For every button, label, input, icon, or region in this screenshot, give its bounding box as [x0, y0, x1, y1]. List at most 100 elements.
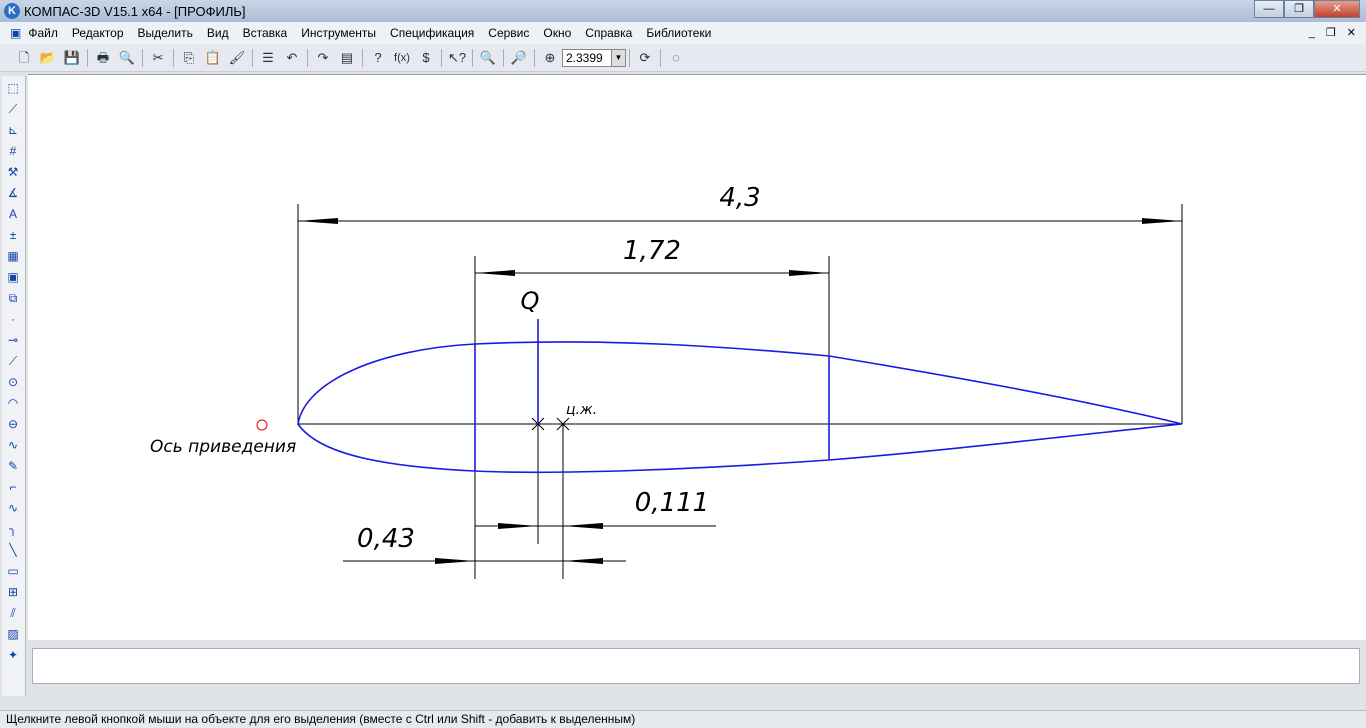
paste-icon[interactable]: 📋: [203, 48, 223, 68]
window-title: КОМПАС-3D V15.1 x64 - [ПРОФИЛЬ]: [24, 3, 246, 19]
zoom-window-icon[interactable]: 🔍: [478, 48, 498, 68]
editing-icon[interactable]: ⚒: [4, 163, 22, 181]
toolbar-separator: [472, 48, 473, 67]
zoom-in-icon[interactable]: ⊕: [540, 48, 560, 68]
toolbar-separator: [660, 48, 661, 67]
app-logo-icon: K: [4, 3, 20, 19]
circle-icon[interactable]: ⊙: [4, 373, 22, 391]
variables-icon[interactable]: ?: [368, 48, 388, 68]
cut-icon[interactable]: ✂: [148, 48, 168, 68]
preview-icon[interactable]: 🔍: [117, 48, 137, 68]
properties-brush-icon[interactable]: 🖌: [227, 48, 247, 68]
drawing-svg: 4,3 1,72 Q ц.ж. 0,111 0,43 Ось приведени…: [150, 183, 1183, 579]
zoom-selection-icon[interactable]: 🔎: [509, 48, 529, 68]
maximize-button[interactable]: ❐: [1284, 0, 1314, 18]
menu-item-0[interactable]: Файл: [28, 26, 58, 40]
disabled-tool-icon[interactable]: ◌: [666, 48, 686, 68]
toolbar-separator: [87, 48, 88, 67]
polyline-icon[interactable]: ✎: [4, 457, 22, 475]
dim-chord-label: 4,3: [719, 183, 760, 213]
toolbar-separator: [173, 48, 174, 67]
segment-icon[interactable]: ⟋: [4, 352, 22, 370]
ellipse-icon[interactable]: ⊖: [4, 415, 22, 433]
spline-icon[interactable]: ∿: [4, 436, 22, 454]
menu-item-8[interactable]: Окно: [543, 26, 571, 40]
force-label: Q: [521, 287, 540, 315]
toolbar-separator: [142, 48, 143, 67]
toolbar-separator: [252, 48, 253, 67]
menu-item-6[interactable]: Спецификация: [390, 26, 474, 40]
hatch-icon[interactable]: ⫽: [4, 604, 22, 622]
menu-item-1[interactable]: Редактор: [72, 26, 124, 40]
units-icon[interactable]: $: [416, 48, 436, 68]
zoom-scale-select[interactable]: 2.3399 ▼: [562, 48, 626, 67]
list-icon[interactable]: ☰: [258, 48, 278, 68]
toolbar-separator: [534, 48, 535, 67]
contour-icon[interactable]: ⌐: [4, 478, 22, 496]
menu-bar: ▣ Файл Редактор Выделить Вид Вставка Инструме…: [0, 22, 1366, 44]
manager-icon[interactable]: ▤: [337, 48, 357, 68]
chevron-down-icon[interactable]: ▼: [611, 49, 625, 66]
command-input-panel[interactable]: [32, 648, 1360, 684]
reports-icon[interactable]: ▣: [4, 268, 22, 286]
menu-item-2[interactable]: Выделить: [138, 26, 193, 40]
toolbar-separator: [441, 48, 442, 67]
copy-icon[interactable]: ⎘: [179, 48, 199, 68]
menu-item-10[interactable]: Библиотеки: [646, 26, 711, 40]
dimensions-icon[interactable]: ⟋: [4, 100, 22, 118]
minimize-button[interactable]: —: [1254, 0, 1284, 18]
mdi-window-controls[interactable]: _ ❐ ✕: [1309, 26, 1360, 39]
menu-item-9[interactable]: Справка: [585, 26, 632, 40]
help-pointer-icon[interactable]: ↖?: [447, 48, 467, 68]
aux-line-icon[interactable]: ⊸: [4, 331, 22, 349]
dim-box-label: 1,72: [623, 236, 681, 266]
toolbar-separator: [362, 48, 363, 67]
text-icon[interactable]: A: [4, 205, 22, 223]
compact-toolbar: ⬚ ⟋ ⊾ # ⚒ ∡ A ± ▦ ▣ ⧉ · ⊸ ⟋ ⊙ ◠ ⊖ ∿ ✎ ⌐ ∿ ╮ ╲ ▭ ⊞ ⫽ ▨ ✦: [2, 76, 26, 696]
refresh-icon[interactable]: ⟳: [635, 48, 655, 68]
dim-axis-label: 0,43: [357, 524, 415, 554]
menu-item-3[interactable]: Вид: [207, 26, 229, 40]
toolbar-separator: [629, 48, 630, 67]
zoom-value: 2.3399: [566, 50, 603, 65]
fill-icon[interactable]: ▨: [4, 625, 22, 643]
menu-item-7[interactable]: Сервис: [488, 26, 529, 40]
airfoil-profile: [297, 341, 1183, 474]
axis-label: Ось приведения: [150, 437, 296, 457]
geometry-icon[interactable]: ⬚: [4, 79, 22, 97]
parameterization-icon[interactable]: #: [4, 142, 22, 160]
status-bar: Щелкните левой кнопкой мыши на объекте д…: [0, 710, 1366, 728]
cg-label: ц.ж.: [566, 402, 597, 418]
menu-item-4[interactable]: Вставка: [243, 26, 288, 40]
function-icon[interactable]: f(x): [392, 48, 412, 68]
brush-icon[interactable]: ✦: [4, 646, 22, 664]
toolbar-separator: [307, 48, 308, 67]
redo-icon[interactable]: ↷: [313, 48, 333, 68]
close-button[interactable]: ✕: [1314, 0, 1360, 18]
main-toolbar: 🗋 📂 💾 🖶 🔍 ✂ ⎘ 📋 🖌 ☰ ↶ ↷ ▤? f(x) $ ↖? 🔍 🔎 ⊕ 2.3399 ▼ ⟳ ◌: [0, 44, 1366, 72]
selection-icon[interactable]: ±: [4, 226, 22, 244]
rectangle-icon[interactable]: ▭: [4, 562, 22, 580]
print-icon[interactable]: 🖶: [93, 48, 113, 68]
menu-item-5[interactable]: Инструменты: [301, 26, 376, 40]
new-document-icon[interactable]: 🗋: [14, 48, 34, 68]
measure-icon[interactable]: ∡: [4, 184, 22, 202]
open-icon[interactable]: 📂: [38, 48, 58, 68]
fillet-icon[interactable]: ╮: [4, 520, 22, 538]
symbols-icon[interactable]: ⊾: [4, 121, 22, 139]
bezier-icon[interactable]: ∿: [4, 499, 22, 517]
polygon-icon[interactable]: ⊞: [4, 583, 22, 601]
origin-marker-icon: [256, 419, 268, 431]
chamfer-icon[interactable]: ╲: [4, 541, 22, 559]
drawing-canvas[interactable]: 4,3 1,72 Q ц.ж. 0,111 0,43 Ось приведени…: [28, 74, 1366, 640]
views-icon[interactable]: ⧉: [4, 289, 22, 307]
title-bar: K КОМПАС-3D V15.1 x64 - [ПРОФИЛЬ] — ❐ ✕: [0, 0, 1366, 22]
dim-offset-label: 0,111: [635, 488, 709, 518]
point-icon[interactable]: ·: [4, 310, 22, 328]
undo-icon[interactable]: ↶: [282, 48, 302, 68]
save-icon[interactable]: 💾: [62, 48, 82, 68]
document-icon[interactable]: ▣: [10, 26, 21, 40]
spec-icon[interactable]: ▦: [4, 247, 22, 265]
arc-icon[interactable]: ◠: [4, 394, 22, 412]
toolbar-separator: [503, 48, 504, 67]
